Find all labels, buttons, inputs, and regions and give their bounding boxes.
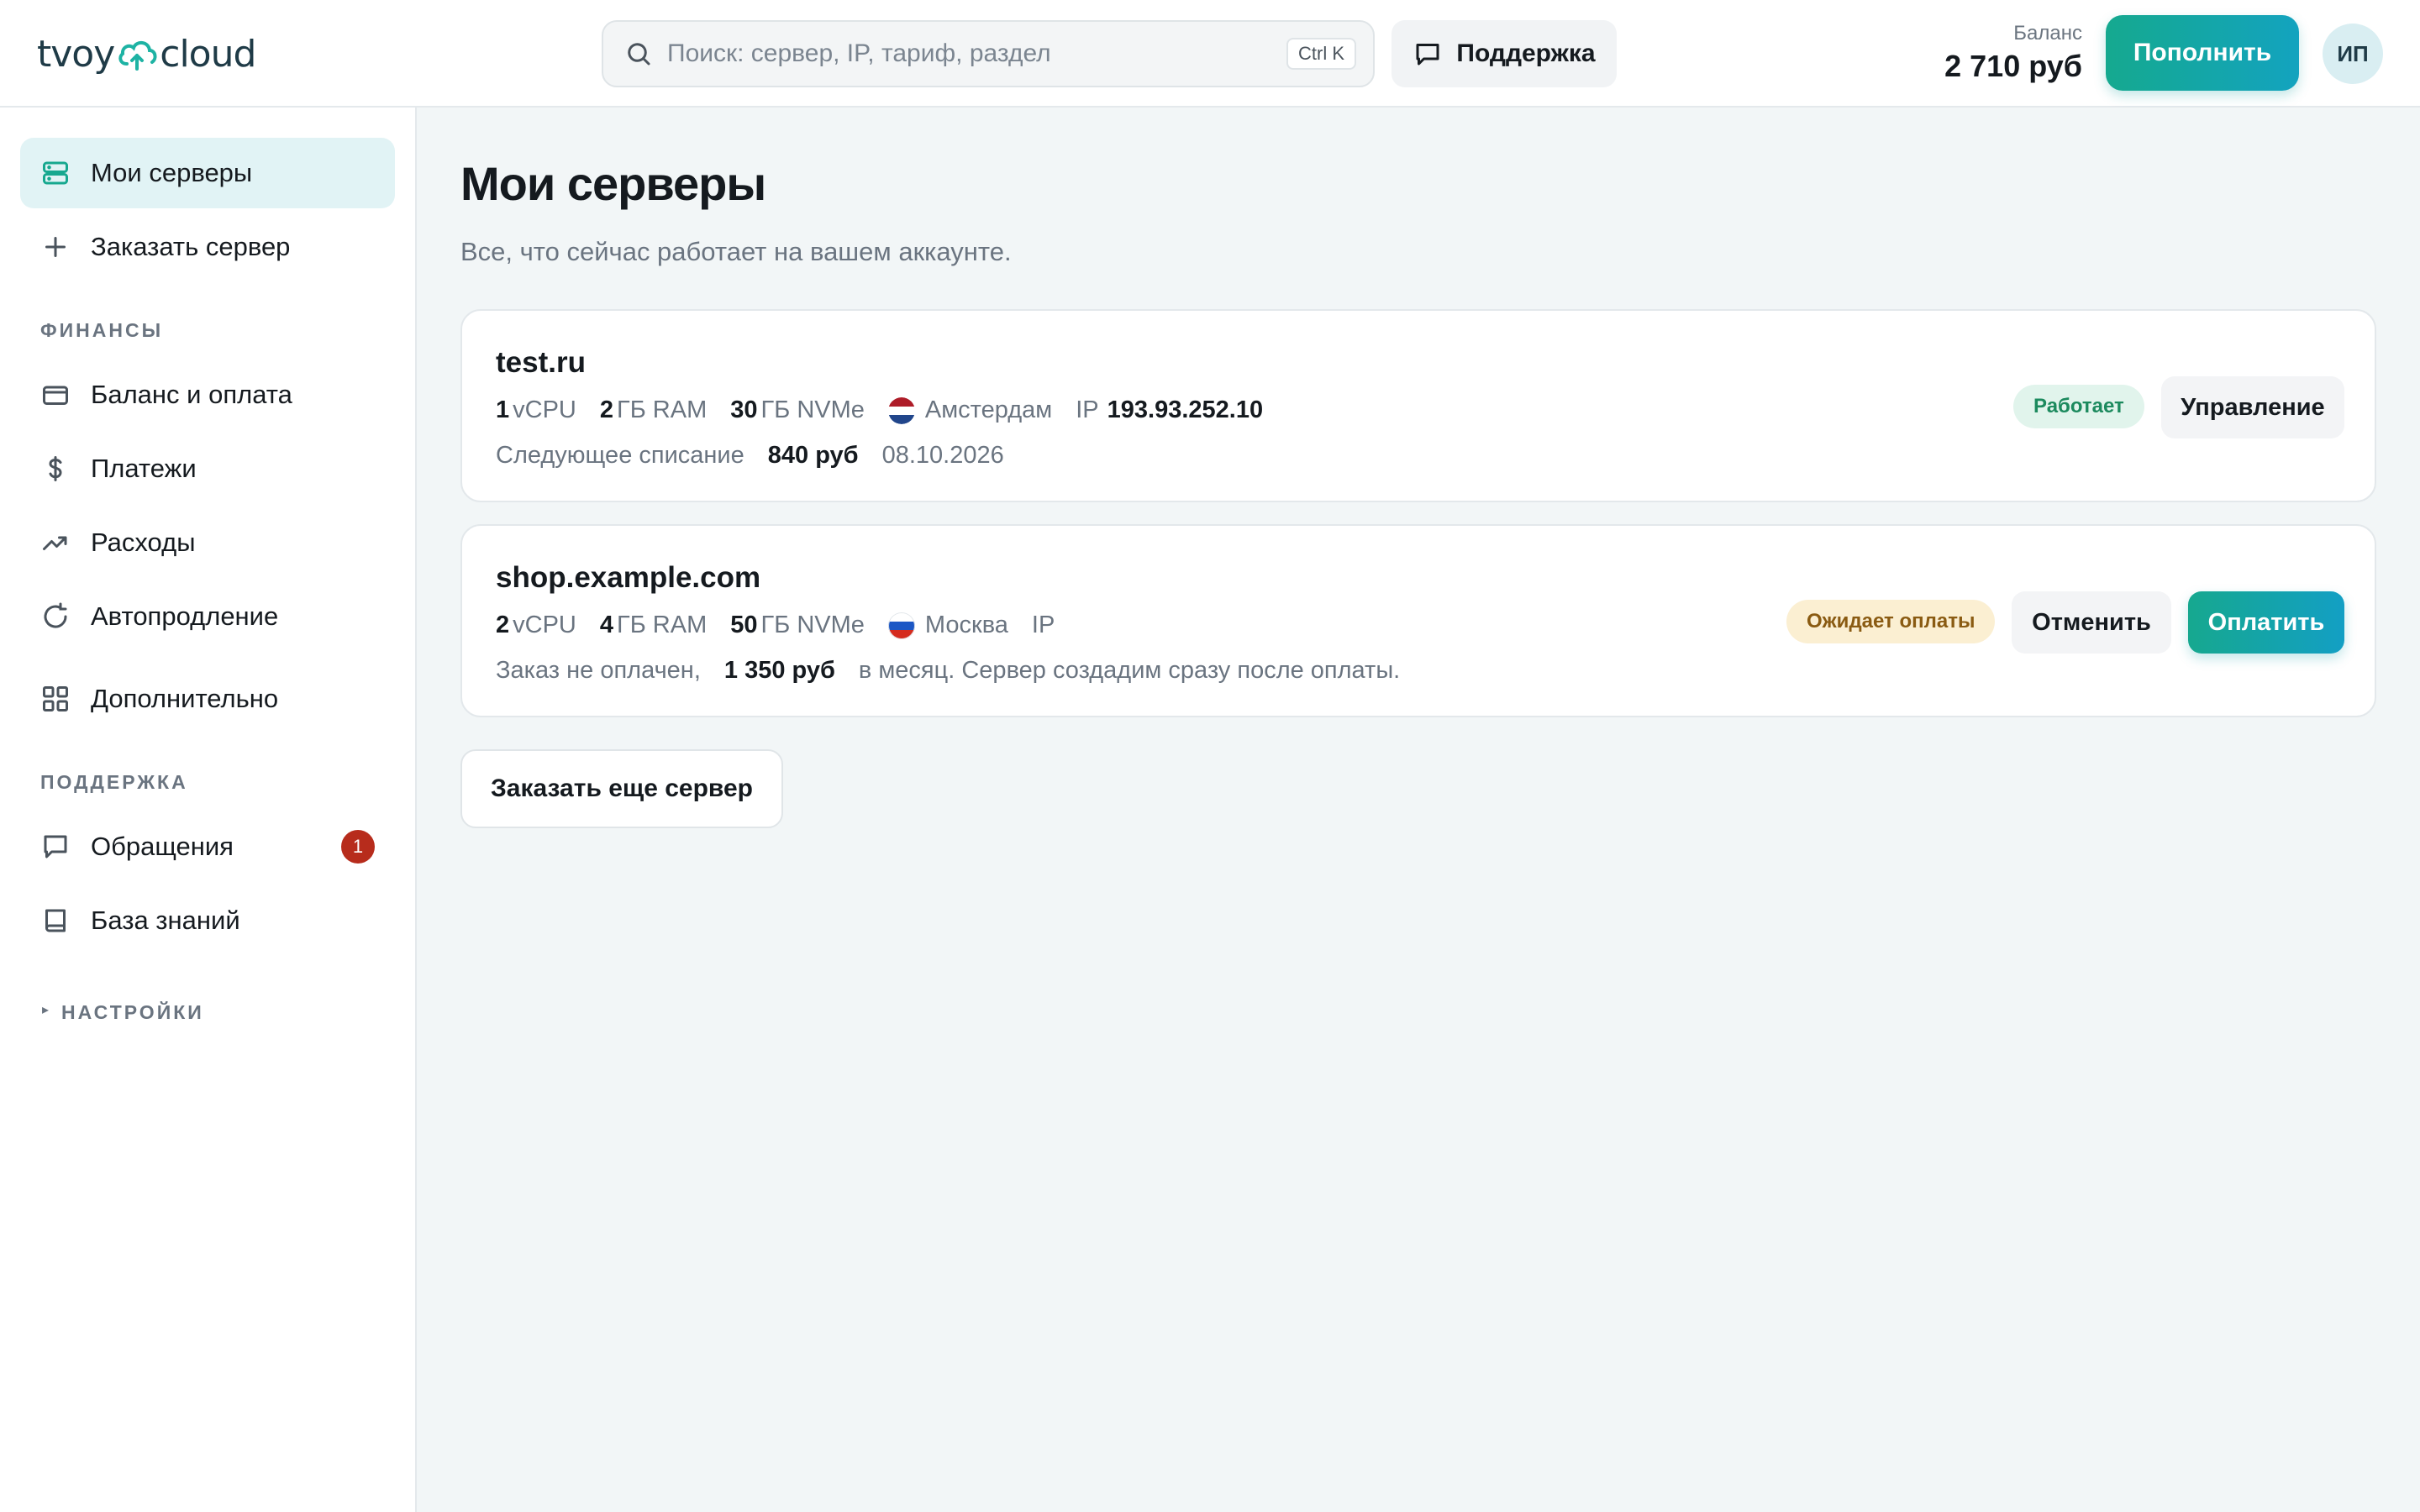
search-icon (628, 43, 650, 66)
sidebar-item-label: Баланс и оплата (91, 380, 292, 409)
sidebar-item-knowledge-base[interactable]: База знаний (20, 885, 395, 956)
section-label-support: ПОДДЕРЖКА (40, 771, 188, 793)
notification-badge: 1 (341, 830, 375, 864)
logo[interactable]: tvoy cloud (37, 29, 256, 79)
sidebar-item-tickets[interactable]: Обращения 1 (20, 811, 395, 882)
server-billing: Следующее списание 840 руб 08.10.2026 (496, 442, 1004, 469)
sidebar-item-payments[interactable]: Платежи (20, 433, 395, 504)
page-title: Мои серверы (460, 157, 766, 210)
top-bar: tvoy cloud Поиск: сервер, IP, тариф, раз… (0, 0, 2420, 108)
server-name[interactable]: shop.example.com (496, 561, 760, 595)
grid-icon (43, 686, 68, 711)
server-icon (43, 161, 68, 185)
balance-value: 2 710 руб (1944, 49, 2082, 83)
spec-disk: 30 ГБ NVMe (730, 396, 865, 423)
trending-up-icon (43, 536, 67, 550)
sidebar-item-label: Мои серверы (91, 158, 253, 187)
page-subtitle: Все, что сейчас работает на вашем аккаун… (460, 237, 1012, 266)
section-label-finance: ФИНАНСЫ (40, 319, 164, 341)
ip-address[interactable]: 193.93.252.10 (1107, 396, 1263, 424)
logo-text-right: cloud (160, 32, 256, 76)
support-label: Поддержка (1456, 39, 1596, 67)
status-badge: Работает (2013, 385, 2144, 428)
settings-toggle[interactable]: ▸ НАСТРОЙКИ (42, 1001, 204, 1024)
spec-disk: 50 ГБ NVMe (730, 612, 865, 638)
section-label-settings: НАСТРОЙКИ (61, 1001, 204, 1023)
cancel-button[interactable]: Отменить (2012, 591, 2171, 654)
spec-vcpu: 1 vCPU (496, 396, 576, 423)
sidebar-item-label: База знаний (91, 906, 240, 935)
server-name[interactable]: test.ru (496, 346, 586, 380)
server-card: shop.example.com 2 vCPU 4 ГБ RAM 50 ГБ NVMe… (460, 524, 2376, 717)
pay-button[interactable]: Оплатить (2188, 591, 2344, 654)
spec-ram: 4 ГБ RAM (599, 612, 708, 638)
server-card: test.ru 1 vCPU 2 ГБ RAM 30 ГБ NVMe Амстерда… (460, 309, 2376, 502)
sidebar-item-expenses[interactable]: Расходы (20, 507, 395, 578)
dollar-icon (49, 456, 62, 481)
server-specs: 1 vCPU 2 ГБ RAM 30 ГБ NVMe Амстердам IP 193.… (496, 396, 1290, 424)
sidebar-item-label: Платежи (91, 454, 197, 483)
netherlands-flag-icon (887, 396, 915, 424)
spec-location: Амстердам (887, 396, 1052, 424)
status-badge: Ожидает оплаты (1786, 600, 1996, 643)
sidebar-item-order-server[interactable]: Заказать сервер (20, 212, 395, 282)
manage-button[interactable]: Управление (2161, 376, 2344, 438)
server-specs: 2 vCPU 4 ГБ RAM 50 ГБ NVMe Москва IP (496, 612, 1078, 639)
sidebar-item-autorenew[interactable]: Автопродление (20, 581, 395, 652)
sidebar-item-label: Дополнительно (91, 684, 279, 713)
search-shortcut: Ctrl K (1286, 38, 1356, 70)
logo-text-left: tvoy (37, 32, 115, 76)
spec-ip: IP (1031, 612, 1055, 638)
sidebar-item-my-servers[interactable]: Мои серверы (20, 138, 395, 208)
refresh-icon (44, 602, 67, 628)
topup-button[interactable]: Пополнить (2106, 15, 2299, 91)
sidebar-item-label: Обращения (91, 832, 234, 861)
spec-ram: 2 ГБ RAM (599, 396, 708, 423)
sidebar-item-balance[interactable]: Баланс и оплата (20, 360, 395, 430)
spec-ip: IP 193.93.252.10 (1076, 396, 1264, 424)
support-button[interactable]: Поддержка (1392, 20, 1617, 87)
message-icon (44, 835, 67, 858)
sidebar: Мои серверы Заказать сервер ФИНАНСЫ Бала… (0, 108, 417, 1512)
message-icon (1416, 44, 1439, 66)
balance: Баланс 2 710 руб (1944, 22, 2082, 84)
chevron-right-icon: ▸ (42, 1003, 52, 1017)
order-more-button[interactable]: Заказать еще сервер (460, 749, 783, 828)
sidebar-item-additional[interactable]: Дополнительно (20, 664, 395, 734)
spec-vcpu: 2 vCPU (496, 612, 576, 638)
plus-icon (45, 237, 66, 257)
search-placeholder: Поиск: сервер, IP, тариф, раздел (667, 39, 1051, 67)
server-billing: Заказ не оплачен, 1 350 руб в месяц. Сер… (496, 657, 1401, 684)
cloud-icon (118, 41, 157, 71)
balance-label: Баланс (2013, 22, 2082, 45)
sidebar-item-label: Расходы (91, 528, 196, 557)
sidebar-item-label: Заказать сервер (91, 232, 291, 261)
search-input[interactable]: Поиск: сервер, IP, тариф, раздел Ctrl K (602, 20, 1375, 87)
russia-flag-icon (887, 612, 915, 639)
credit-card-icon (43, 386, 68, 405)
sidebar-item-label: Автопродление (91, 601, 279, 631)
avatar[interactable]: ИП (2323, 24, 2383, 84)
spec-location: Москва (887, 612, 1008, 639)
book-icon (45, 909, 66, 932)
